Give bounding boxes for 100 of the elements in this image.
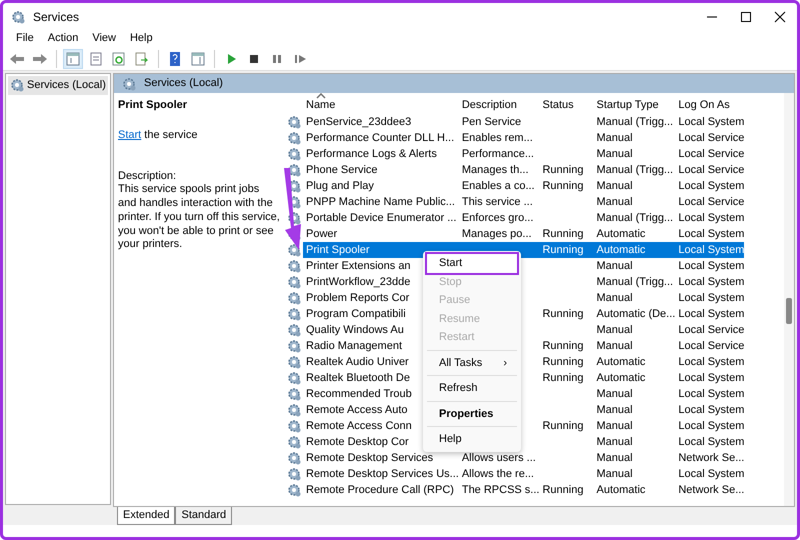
service-name[interactable]: Performance Counter DLL H... xyxy=(306,132,454,144)
table-cell: Local System xyxy=(678,180,744,192)
column-header[interactable]: Startup Type xyxy=(596,93,659,111)
table-cell: Automatic (De... xyxy=(596,308,676,320)
service-name[interactable]: Program Compatibili xyxy=(306,308,406,320)
service-name[interactable]: Remote Procedure Call (RPC) xyxy=(306,484,454,496)
table-cell: Manual (Trigg... xyxy=(596,164,674,176)
table-cell: Manual xyxy=(596,404,633,416)
table-cell: Local System xyxy=(678,372,744,384)
table-cell: Local Service xyxy=(678,340,744,352)
submenu-item[interactable]: All Tasks › xyxy=(427,354,517,372)
service-name[interactable]: PrintWorkflow_23dde xyxy=(306,276,410,288)
description-label: Description: xyxy=(118,170,178,184)
service-name[interactable]: Performance Logs & Alerts xyxy=(306,148,437,160)
table-cell: Local System xyxy=(678,308,744,320)
sort-indicator-icon xyxy=(316,93,326,99)
menu-item[interactable]: View xyxy=(85,30,123,47)
table-cell: Performance... xyxy=(462,148,534,160)
table-cell: Local System xyxy=(678,388,744,400)
table-cell: Network Se... xyxy=(678,484,744,496)
help-icon xyxy=(167,50,183,66)
service-name[interactable]: Plug and Play xyxy=(306,180,374,192)
table-cell: Running xyxy=(542,244,584,256)
service-name[interactable]: Remote Access Conn xyxy=(306,420,412,432)
column-header[interactable]: Name xyxy=(306,93,336,111)
service-name[interactable]: Portable Device Enumerator ... xyxy=(306,212,456,224)
table-cell: Local System xyxy=(678,356,744,368)
service-name[interactable]: Printer Extensions an xyxy=(306,260,411,272)
table-cell: Manages th... xyxy=(462,164,528,176)
table-cell: Local Service xyxy=(678,148,744,160)
properties-icon xyxy=(88,50,104,66)
menu-item[interactable]: Properties xyxy=(427,404,517,423)
service-name[interactable]: Realtek Audio Univer xyxy=(306,356,409,368)
service-name[interactable]: Remote Access Auto xyxy=(306,404,408,416)
table-cell: The RPCSS s... xyxy=(462,484,540,496)
service-name[interactable]: PenService_23ddee3 xyxy=(306,116,412,128)
action-pane-icon xyxy=(190,50,206,66)
refresh-icon xyxy=(111,50,127,66)
start-link[interactable]: Start xyxy=(118,128,142,141)
service-icon xyxy=(287,434,301,449)
table-cell: Allows users ... xyxy=(462,452,536,464)
table-cell: Local Service xyxy=(678,196,744,208)
table-cell: Automatic xyxy=(596,228,646,240)
tree-item[interactable]: Services (Local) xyxy=(8,76,108,94)
table-cell: Manual xyxy=(596,468,633,480)
table-cell: Local Service xyxy=(678,164,744,176)
service-icon xyxy=(287,146,301,161)
table-cell: Manual xyxy=(596,420,633,432)
table-cell: This service ... xyxy=(462,196,533,208)
maximize-icon xyxy=(740,10,752,22)
column-header[interactable]: Log On As xyxy=(678,93,730,111)
service-name[interactable]: Radio Management xyxy=(306,340,402,352)
service-name[interactable]: PNPP Machine Name Public... xyxy=(306,196,455,208)
menu-item[interactable]: Refresh xyxy=(427,379,517,398)
services-icon xyxy=(11,10,25,24)
table-cell: Manual xyxy=(596,132,633,144)
service-name[interactable]: Remote Desktop Cor xyxy=(306,436,409,448)
table-cell: Local System xyxy=(678,212,744,224)
console-tree-icon xyxy=(65,50,81,66)
menu-item[interactable]: Start xyxy=(427,254,517,272)
view-tab[interactable]: Extended xyxy=(117,507,176,524)
menu-item[interactable]: Action xyxy=(40,30,86,47)
table-cell: Enables rem... xyxy=(462,132,533,144)
scroll-thumb[interactable] xyxy=(786,298,792,324)
table-cell: Local System xyxy=(678,276,744,288)
table-cell: Local System xyxy=(678,228,744,240)
table-cell: Running xyxy=(542,372,584,384)
menu-item[interactable]: Help xyxy=(427,430,517,448)
service-name[interactable]: Realtek Bluetooth De xyxy=(306,372,410,384)
table-cell: Automatic xyxy=(596,356,646,368)
service-name[interactable]: Power xyxy=(306,228,338,240)
service-name[interactable]: Quality Windows Au xyxy=(306,324,404,336)
table-cell: Local System xyxy=(678,404,744,416)
service-icon xyxy=(287,306,301,321)
service-name[interactable]: Problem Reports Cor xyxy=(306,292,410,304)
view-tab[interactable]: Standard xyxy=(175,507,232,524)
service-name[interactable]: Remote Desktop Services Us... xyxy=(306,468,459,480)
menu-item[interactable]: File xyxy=(9,30,41,47)
table-cell: Running xyxy=(542,420,584,432)
table-cell: Automatic xyxy=(596,244,646,256)
scrollbar[interactable] xyxy=(784,93,794,506)
service-icon xyxy=(287,354,301,369)
start-service-text: Start the service xyxy=(118,128,198,142)
service-name[interactable]: Phone Service xyxy=(306,164,378,176)
service-icon xyxy=(287,370,301,385)
service-name[interactable]: Recommended Troub xyxy=(306,388,412,400)
close-icon xyxy=(774,10,786,22)
service-icon xyxy=(287,386,301,401)
column-header[interactable]: Status xyxy=(542,93,574,111)
table-cell: Manual (Trigg... xyxy=(596,276,674,288)
service-name[interactable]: Remote Desktop Services xyxy=(306,452,434,464)
services-icon xyxy=(122,76,136,90)
table-cell: Local System xyxy=(678,292,744,304)
console-tree-button[interactable] xyxy=(63,48,83,68)
menu-item-label: All Tasks xyxy=(439,356,482,370)
table-cell: Running xyxy=(542,164,584,176)
column-header[interactable]: Description xyxy=(462,93,517,111)
service-icon xyxy=(287,466,301,481)
menu-item[interactable]: Help xyxy=(122,30,160,47)
table-cell: Local Service xyxy=(678,132,744,144)
